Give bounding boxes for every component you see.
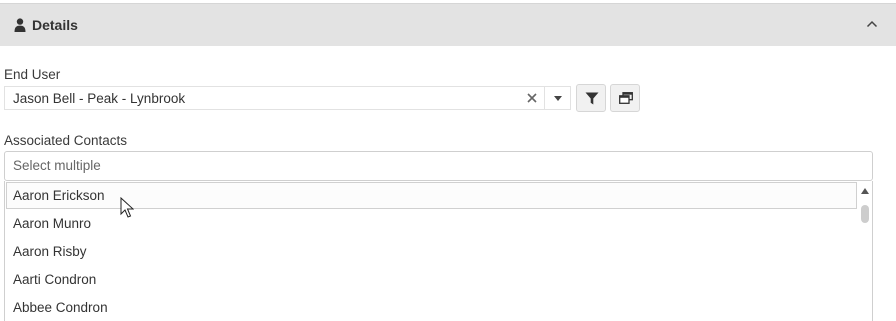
associated-contacts-label: Associated Contacts [4,133,128,148]
details-panel-header[interactable]: Details [0,3,896,46]
windows-icon [619,92,633,104]
lookup-button[interactable] [610,84,640,112]
chevron-up-icon[interactable] [866,19,878,29]
user-icon [14,18,26,32]
list-item[interactable]: Abbee Condron [6,294,857,321]
close-icon[interactable] [526,91,538,105]
list-item[interactable]: Aaron Risby [6,238,857,265]
end-user-combobox[interactable]: Jason Bell - Peak - Lynbrook [4,86,571,110]
caret-down-icon[interactable] [545,87,571,109]
mouse-cursor-icon [120,197,134,218]
dropdown-scrollbar[interactable] [858,181,872,321]
panel-title: Details [32,17,78,33]
scrollbar-thumb[interactable] [861,205,869,223]
filter-button[interactable] [576,84,606,112]
list-item[interactable]: Aarti Condron [6,266,857,293]
end-user-value: Jason Bell - Peak - Lynbrook [13,91,186,106]
associated-contacts-dropdown: Aaron Erickson Aaron Munro Aaron Risby A… [4,181,873,321]
end-user-label: End User [4,67,61,82]
filter-icon [585,92,599,105]
associated-contacts-placeholder: Select multiple [13,158,101,173]
associated-contacts-input[interactable]: Select multiple [4,151,873,181]
scroll-up-icon[interactable] [861,188,869,194]
